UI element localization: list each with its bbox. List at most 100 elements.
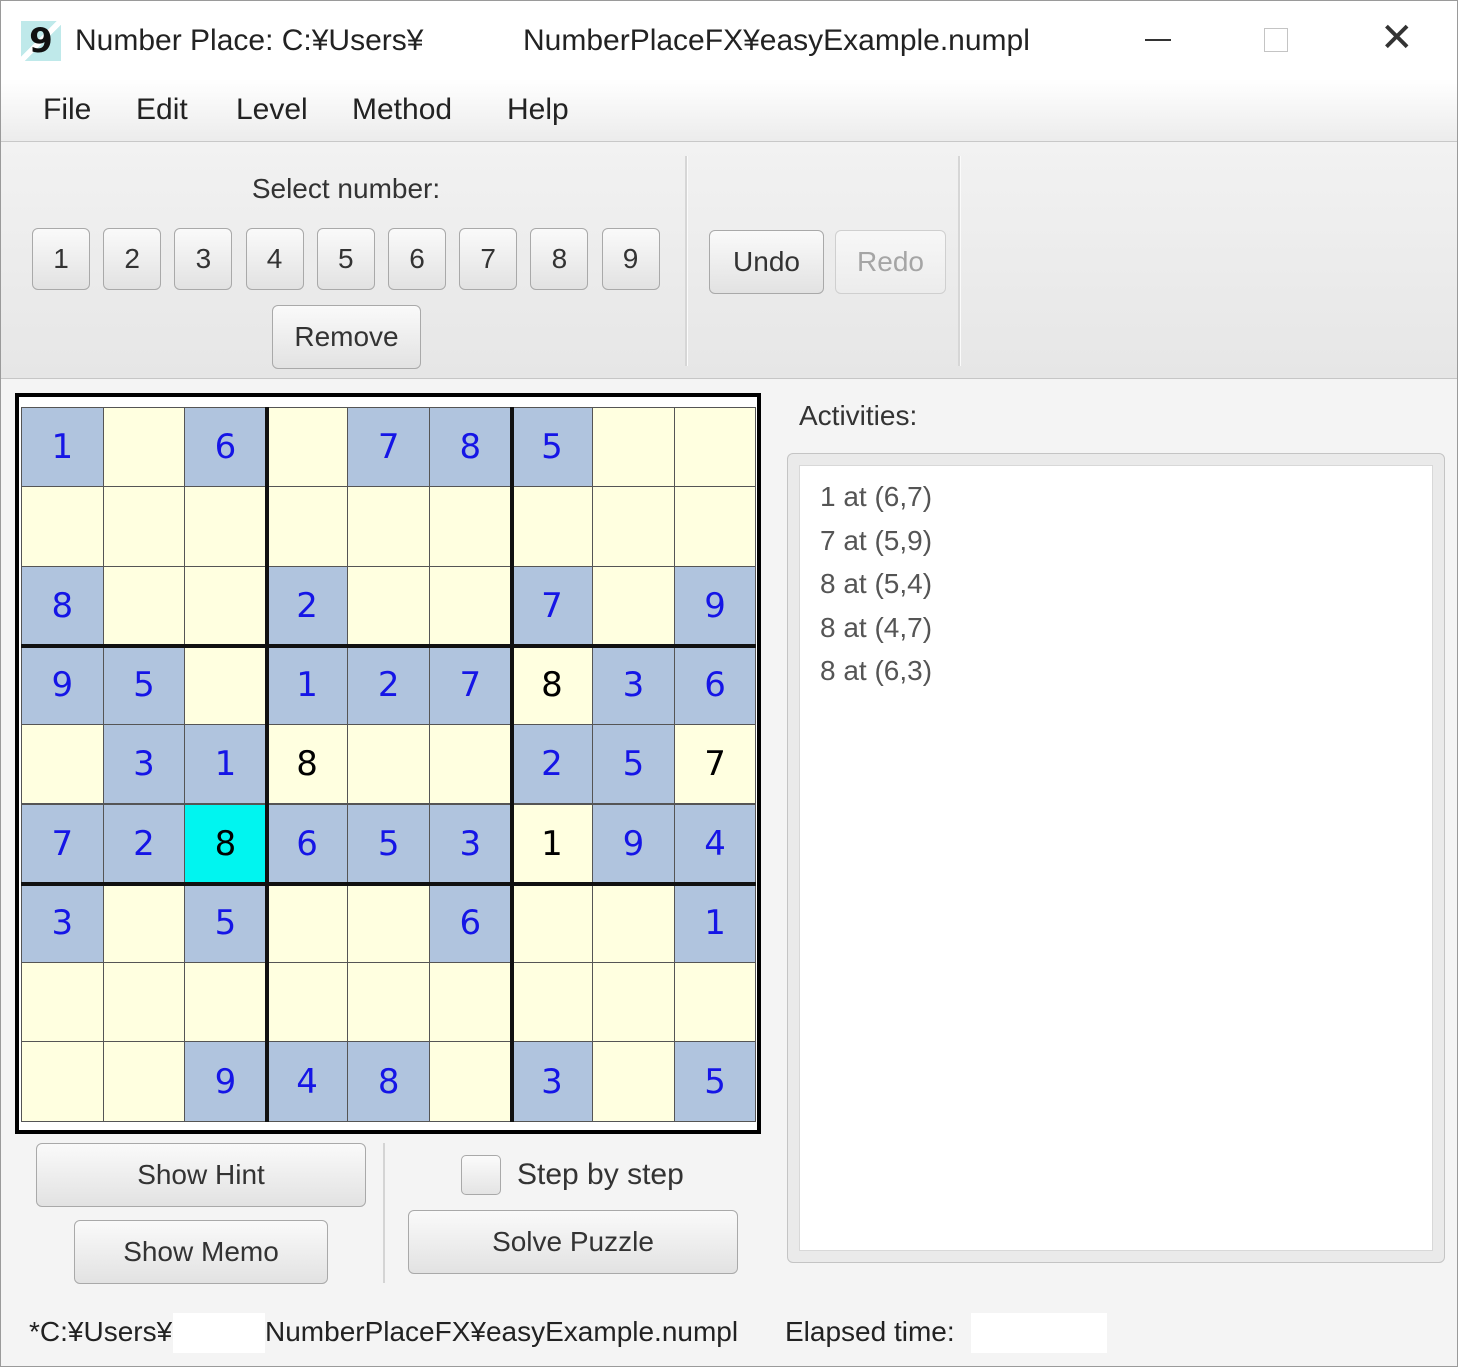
- sudoku-cell-r7c2[interactable]: [102, 882, 186, 964]
- sudoku-cell-r5c2[interactable]: 3: [102, 724, 186, 805]
- sudoku-cell-r3c9[interactable]: 9: [673, 565, 757, 646]
- sudoku-cell-r7c9[interactable]: 1: [673, 882, 757, 964]
- sudoku-cell-r3c3[interactable]: [184, 565, 267, 646]
- sudoku-cell-r9c2[interactable]: [102, 1041, 186, 1122]
- sudoku-cell-r4c9[interactable]: 6: [673, 644, 757, 726]
- sudoku-cell-r3c5[interactable]: [347, 565, 430, 646]
- sudoku-cell-r5c5[interactable]: [347, 724, 430, 805]
- sudoku-cell-r2c7[interactable]: [510, 486, 594, 567]
- sudoku-cell-r9c1[interactable]: [21, 1041, 104, 1122]
- sudoku-cell-r8c4[interactable]: [265, 962, 349, 1043]
- sudoku-cell-r9c5[interactable]: 8: [347, 1041, 430, 1122]
- sudoku-cell-r3c6[interactable]: [429, 565, 512, 646]
- sudoku-cell-r6c6[interactable]: 3: [429, 803, 512, 884]
- step-by-step-label[interactable]: Step by step: [517, 1157, 684, 1193]
- sudoku-cell-r9c6[interactable]: [429, 1041, 512, 1122]
- activity-item[interactable]: 8 at (4,7): [820, 611, 932, 645]
- number-button-4[interactable]: 4: [245, 228, 304, 290]
- sudoku-cell-r5c7[interactable]: 2: [510, 724, 594, 805]
- number-button-3[interactable]: 3: [174, 228, 233, 290]
- sudoku-cell-r3c2[interactable]: [102, 565, 186, 646]
- sudoku-cell-r9c9[interactable]: 5: [673, 1041, 757, 1122]
- sudoku-cell-r1c9[interactable]: [673, 407, 757, 488]
- sudoku-cell-r8c7[interactable]: [510, 962, 594, 1043]
- sudoku-cell-r9c7[interactable]: 3: [510, 1041, 594, 1122]
- sudoku-cell-r4c6[interactable]: 7: [429, 644, 512, 726]
- sudoku-cell-r6c5[interactable]: 5: [347, 803, 430, 884]
- sudoku-cell-r9c8[interactable]: [592, 1041, 675, 1122]
- sudoku-cell-r1c2[interactable]: [102, 407, 186, 488]
- sudoku-cell-r2c5[interactable]: [347, 486, 430, 567]
- sudoku-cell-r7c3[interactable]: 5: [184, 882, 267, 964]
- remove-button[interactable]: Remove: [272, 305, 421, 369]
- sudoku-cell-r2c2[interactable]: [102, 486, 186, 567]
- activity-item[interactable]: 8 at (5,4): [820, 567, 932, 601]
- sudoku-cell-r4c8[interactable]: 3: [592, 644, 675, 726]
- activity-item[interactable]: 8 at (6,3): [820, 654, 932, 688]
- sudoku-cell-r2c4[interactable]: [265, 486, 349, 567]
- sudoku-cell-r7c4[interactable]: [265, 882, 349, 964]
- sudoku-cell-r7c5[interactable]: [347, 882, 430, 964]
- sudoku-cell-r2c3[interactable]: [184, 486, 267, 567]
- sudoku-cell-r1c6[interactable]: 8: [429, 407, 512, 488]
- sudoku-cell-r3c1[interactable]: 8: [21, 565, 104, 646]
- sudoku-cell-r1c7[interactable]: 5: [510, 407, 594, 488]
- sudoku-cell-r2c6[interactable]: [429, 486, 512, 567]
- show-memo-button[interactable]: Show Memo: [74, 1220, 328, 1284]
- sudoku-cell-r5c1[interactable]: [21, 724, 104, 805]
- maximize-button[interactable]: [1217, 1, 1335, 79]
- number-button-7[interactable]: 7: [459, 228, 518, 290]
- number-button-5[interactable]: 5: [316, 228, 375, 290]
- minimize-button[interactable]: [1099, 1, 1217, 79]
- activity-item[interactable]: 7 at (5,9): [820, 524, 932, 558]
- undo-button[interactable]: Undo: [709, 230, 824, 294]
- sudoku-cell-r3c4[interactable]: 2: [265, 565, 349, 646]
- sudoku-cell-r5c9[interactable]: 7: [673, 724, 757, 805]
- menu-level[interactable]: Level: [236, 93, 308, 127]
- sudoku-cell-r1c1[interactable]: 1: [21, 407, 104, 488]
- sudoku-cell-r1c5[interactable]: 7: [347, 407, 430, 488]
- sudoku-cell-r7c7[interactable]: [510, 882, 594, 964]
- menu-help[interactable]: Help: [507, 93, 569, 127]
- menu-method[interactable]: Method: [352, 93, 452, 127]
- show-hint-button[interactable]: Show Hint: [36, 1143, 366, 1207]
- sudoku-cell-r5c4[interactable]: 8: [265, 724, 349, 805]
- sudoku-cell-r9c4[interactable]: 4: [265, 1041, 349, 1122]
- activities-list[interactable]: 1 at (6,7) 7 at (5,9) 8 at (5,4) 8 at (4,7)…: [799, 465, 1433, 1251]
- number-button-8[interactable]: 8: [530, 228, 589, 290]
- sudoku-cell-r8c9[interactable]: [673, 962, 757, 1043]
- sudoku-cell-r6c2[interactable]: 2: [102, 803, 186, 884]
- sudoku-cell-r4c7[interactable]: 8: [510, 644, 594, 726]
- sudoku-cell-r8c8[interactable]: [592, 962, 675, 1043]
- sudoku-cell-r6c8[interactable]: 9: [592, 803, 675, 884]
- sudoku-cell-r3c7[interactable]: 7: [510, 565, 594, 646]
- sudoku-cell-r9c3[interactable]: 9: [184, 1041, 267, 1122]
- number-button-2[interactable]: 2: [103, 228, 162, 290]
- sudoku-cell-r7c1[interactable]: 3: [21, 882, 104, 964]
- solve-puzzle-button[interactable]: Solve Puzzle: [408, 1210, 738, 1274]
- step-by-step-checkbox[interactable]: [461, 1155, 501, 1195]
- sudoku-cell-r4c4[interactable]: 1: [265, 644, 349, 726]
- sudoku-cell-r2c8[interactable]: [592, 486, 675, 567]
- sudoku-cell-r7c6[interactable]: 6: [429, 882, 512, 964]
- sudoku-cell-r8c3[interactable]: [184, 962, 267, 1043]
- sudoku-cell-r5c6[interactable]: [429, 724, 512, 805]
- sudoku-cell-r6c3[interactable]: 8: [184, 803, 267, 884]
- sudoku-cell-r2c1[interactable]: [21, 486, 104, 567]
- sudoku-cell-r7c8[interactable]: [592, 882, 675, 964]
- sudoku-cell-r4c1[interactable]: 9: [21, 644, 104, 726]
- menu-edit[interactable]: Edit: [136, 93, 188, 127]
- number-button-1[interactable]: 1: [32, 228, 90, 290]
- sudoku-cell-r1c3[interactable]: 6: [184, 407, 267, 488]
- activity-item[interactable]: 1 at (6,7): [820, 480, 932, 514]
- number-button-9[interactable]: 9: [601, 228, 660, 290]
- sudoku-cell-r5c3[interactable]: 1: [184, 724, 267, 805]
- sudoku-cell-r6c4[interactable]: 6: [265, 803, 349, 884]
- number-button-6[interactable]: 6: [388, 228, 446, 290]
- close-button[interactable]: ✕: [1335, 1, 1453, 79]
- sudoku-cell-r4c5[interactable]: 2: [347, 644, 430, 726]
- sudoku-cell-r3c8[interactable]: [592, 565, 675, 646]
- sudoku-cell-r6c7[interactable]: 1: [510, 803, 594, 884]
- sudoku-cell-r8c2[interactable]: [102, 962, 186, 1043]
- sudoku-cell-r8c6[interactable]: [429, 962, 512, 1043]
